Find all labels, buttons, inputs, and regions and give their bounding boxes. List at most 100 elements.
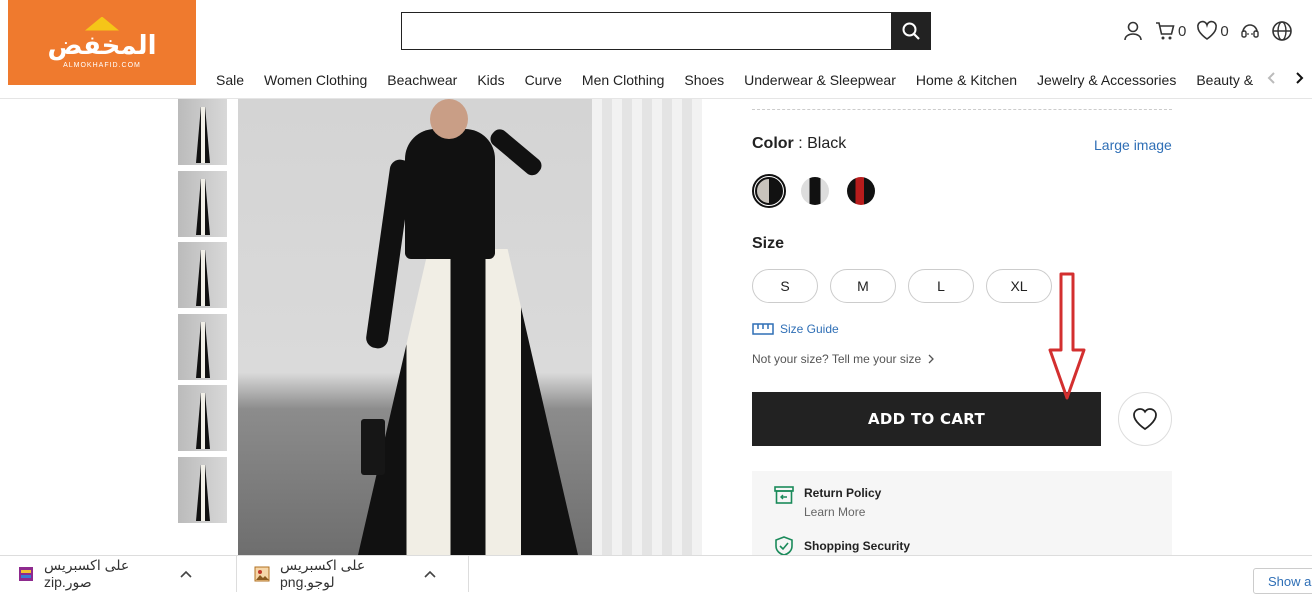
return-policy-title: Return Policy bbox=[804, 486, 882, 500]
search-input[interactable] bbox=[402, 13, 891, 49]
globe-icon bbox=[1271, 21, 1292, 41]
search-icon bbox=[902, 22, 920, 40]
wishlist-button[interactable] bbox=[1118, 392, 1172, 446]
nav-item-men-clothing[interactable]: Men Clothing bbox=[572, 72, 675, 88]
annotation-arrow-icon bbox=[1048, 272, 1086, 400]
download-filename: على اكسبريس لوجو.png bbox=[280, 557, 366, 590]
chevron-right-icon[interactable] bbox=[1294, 71, 1304, 85]
download-separator bbox=[236, 556, 237, 592]
language-button[interactable] bbox=[1271, 20, 1293, 42]
size-option-s[interactable]: S bbox=[752, 269, 818, 303]
curtain bbox=[592, 99, 702, 555]
swatch-fill bbox=[847, 177, 875, 205]
logo-subtext: ALMOKHAFID.COM bbox=[63, 61, 141, 69]
swatch-fill bbox=[755, 177, 783, 205]
header-icons: 0 0 bbox=[1122, 18, 1293, 44]
nav-item-home-kitchen[interactable]: Home & Kitchen bbox=[906, 72, 1027, 88]
shopping-security-label: Shopping Security bbox=[804, 539, 911, 553]
product-main-image[interactable] bbox=[238, 99, 702, 555]
size-label: Size bbox=[752, 235, 785, 252]
color-swatch-selected[interactable] bbox=[752, 174, 786, 208]
size-guide-link[interactable]: Size Guide bbox=[752, 322, 839, 336]
logo-text: المخفض bbox=[47, 30, 157, 61]
chevron-left-icon[interactable] bbox=[1267, 71, 1277, 85]
search-bar bbox=[401, 12, 931, 50]
product-thumbnail[interactable] bbox=[178, 99, 227, 165]
download-filename: على اكسبريس صور.zip bbox=[44, 557, 130, 590]
model-head bbox=[430, 99, 468, 139]
image-file-icon bbox=[254, 566, 270, 582]
product-thumbnail[interactable] bbox=[178, 457, 227, 523]
dress-figure bbox=[196, 465, 210, 521]
color-title: Color bbox=[752, 135, 794, 152]
color-label: Color : Black bbox=[752, 135, 846, 153]
dress-figure bbox=[196, 107, 210, 163]
return-box-icon bbox=[774, 486, 794, 504]
dress-figure bbox=[196, 322, 210, 378]
shield-check-icon bbox=[775, 536, 793, 556]
wishlist-header-button[interactable]: 0 bbox=[1196, 20, 1229, 42]
heart-icon bbox=[1197, 20, 1218, 40]
nav-item-sale[interactable]: Sale bbox=[206, 72, 254, 88]
dress-figure bbox=[196, 179, 210, 235]
heart-icon bbox=[1133, 408, 1157, 431]
section-divider bbox=[752, 109, 1172, 110]
account-button[interactable] bbox=[1122, 20, 1144, 42]
nav-scroll-arrows bbox=[1258, 66, 1312, 90]
support-button[interactable] bbox=[1239, 20, 1261, 42]
size-option-xl[interactable]: XL bbox=[986, 269, 1052, 303]
search-button[interactable] bbox=[891, 13, 930, 49]
swatch-fill bbox=[801, 177, 829, 205]
site-logo[interactable]: المخفض ALMOKHAFID.COM bbox=[8, 0, 196, 85]
add-to-cart-button[interactable]: ADD TO CART bbox=[752, 392, 1101, 446]
product-thumbnail[interactable] bbox=[178, 242, 227, 308]
color-value: : Black bbox=[798, 135, 847, 152]
dress-bodice bbox=[405, 129, 495, 259]
nav-item-underwear-sleepwear[interactable]: Underwear & Sleepwear bbox=[734, 72, 906, 88]
download-item[interactable]: على اكسبريس لوجو.png bbox=[254, 556, 436, 592]
product-thumbnail[interactable] bbox=[178, 314, 227, 380]
large-image-link[interactable]: Large image bbox=[1094, 137, 1172, 153]
cart-count: 0 bbox=[1178, 22, 1187, 40]
nav-item-beachwear[interactable]: Beachwear bbox=[377, 72, 467, 88]
return-policy[interactable]: Return Policy Learn More bbox=[774, 486, 881, 519]
dress-figure bbox=[196, 393, 210, 449]
show-all-downloads-button[interactable]: Show all bbox=[1253, 568, 1312, 594]
chevron-up-icon[interactable] bbox=[424, 570, 436, 578]
nav-item-shoes[interactable]: Shoes bbox=[674, 72, 734, 88]
size-option-l[interactable]: L bbox=[908, 269, 974, 303]
not-your-size-label: Not your size? Tell me your size bbox=[752, 352, 922, 366]
nav-item-beauty-health[interactable]: Beauty & Healt bbox=[1186, 72, 1266, 88]
product-thumbnail[interactable] bbox=[178, 385, 227, 451]
download-item[interactable]: على اكسبريس صور.zip bbox=[18, 556, 192, 592]
category-nav: Sale Women Clothing Beachwear Kids Curve… bbox=[206, 62, 1266, 98]
chevron-up-icon[interactable] bbox=[180, 570, 192, 578]
learn-more-link[interactable]: Learn More bbox=[804, 505, 881, 519]
dress-figure bbox=[196, 250, 210, 306]
nav-item-jewelry-accessories[interactable]: Jewelry & Accessories bbox=[1027, 72, 1186, 88]
download-separator bbox=[468, 556, 469, 592]
nav-item-kids[interactable]: Kids bbox=[467, 72, 514, 88]
logo-roof-icon bbox=[85, 16, 119, 31]
headset-icon bbox=[1240, 24, 1259, 38]
product-thumbnail[interactable] bbox=[178, 171, 227, 237]
user-icon bbox=[1124, 21, 1142, 41]
return-policy-text: Return Policy Learn More bbox=[804, 486, 881, 519]
model-arm bbox=[487, 126, 545, 179]
ruler-icon bbox=[752, 323, 774, 335]
color-swatch[interactable] bbox=[798, 174, 832, 208]
size-recommendation-link[interactable]: Not your size? Tell me your size bbox=[752, 352, 935, 366]
archive-file-icon bbox=[19, 567, 33, 581]
size-guide-label: Size Guide bbox=[780, 322, 839, 336]
size-option-m[interactable]: M bbox=[830, 269, 896, 303]
shopping-security[interactable]: Shopping Security bbox=[774, 536, 910, 556]
cart-icon bbox=[1156, 22, 1175, 40]
nav-item-women-clothing[interactable]: Women Clothing bbox=[254, 72, 377, 88]
chevron-right-icon bbox=[928, 354, 935, 364]
handbag bbox=[361, 419, 385, 475]
download-bar: على اكسبريس صور.zip على اكسبريس لوجو.png bbox=[0, 555, 1312, 592]
color-swatch[interactable] bbox=[844, 174, 878, 208]
wishlist-count: 0 bbox=[1220, 22, 1229, 40]
nav-item-curve[interactable]: Curve bbox=[515, 72, 572, 88]
cart-button[interactable]: 0 bbox=[1154, 20, 1186, 42]
